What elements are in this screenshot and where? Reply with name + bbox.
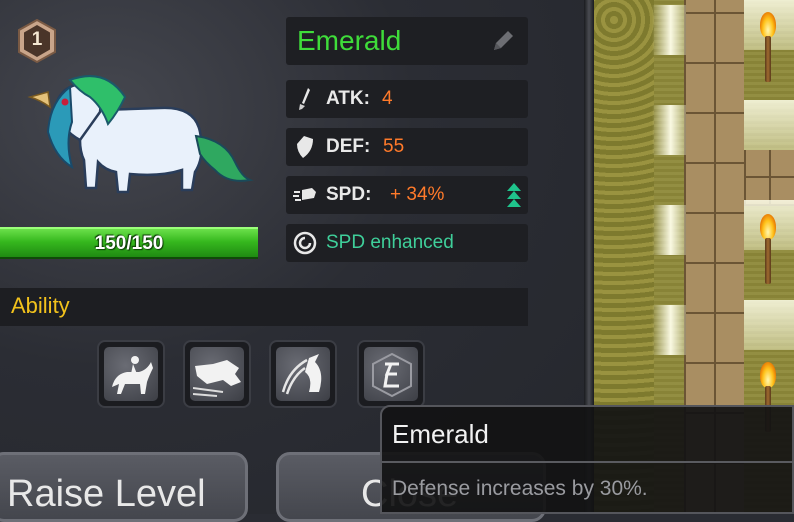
stat-def-row: DEF: 55 — [286, 128, 528, 166]
edit-name-pencil-icon[interactable] — [490, 28, 516, 54]
stat-effect-row: SPD enhanced — [286, 224, 528, 262]
light-tile — [652, 5, 686, 55]
unicorn-slash-skill-icon — [281, 354, 322, 395]
hp-value: 150/150 — [94, 233, 164, 254]
torch-icon — [760, 214, 776, 286]
tooltip-title: Emerald — [392, 419, 489, 449]
level-badge: 1 — [17, 19, 57, 63]
light-tile — [652, 105, 686, 155]
skill-slot-4[interactable] — [357, 340, 425, 408]
def-value: 55 — [383, 136, 405, 157]
skill-slot-2[interactable] — [183, 340, 251, 408]
stat-atk-row: ATK: 4 — [286, 80, 528, 118]
emerald-shield-skill-icon — [372, 352, 412, 398]
spd-label: SPD: — [326, 184, 372, 205]
shield-icon — [297, 136, 313, 158]
ability-title: Ability — [11, 293, 70, 318]
ability-header: Ability — [0, 288, 528, 326]
raise-level-button[interactable]: Raise Level — [0, 452, 248, 522]
hp-bar: 150/150 — [0, 227, 258, 259]
atk-value: 4 — [382, 88, 393, 109]
pet-name: Emerald — [297, 25, 402, 56]
tooltip-description: Defense increases by 30%. — [392, 477, 648, 500]
light-tile — [652, 205, 686, 255]
torch-icon — [760, 12, 776, 84]
stat-spd-row: SPD: + 34% — [286, 176, 528, 214]
sword-icon — [299, 88, 310, 110]
raise-level-label: Raise Level — [7, 473, 206, 515]
light-tile — [652, 305, 686, 355]
light-tile — [744, 100, 794, 150]
atk-label: ATK: — [326, 88, 370, 109]
effect-text: SPD enhanced — [326, 232, 454, 253]
buff-swirl-icon — [293, 231, 317, 255]
skill-slot-3[interactable] — [269, 340, 337, 408]
skill-slot-1[interactable] — [97, 340, 165, 408]
horse-rider-skill-icon — [112, 356, 153, 394]
stone-walkway-branch — [744, 150, 794, 206]
wolf-charge-skill-icon — [193, 360, 241, 397]
tooltip-divider — [382, 461, 794, 463]
def-label: DEF: — [326, 136, 371, 157]
spd-value: + 34% — [390, 184, 445, 205]
speed-icon — [293, 188, 316, 201]
unicorn-pet-icon — [27, 75, 254, 194]
light-tile — [744, 300, 794, 350]
level-number: 1 — [31, 29, 43, 50]
stat-up-arrows-icon — [507, 183, 521, 207]
skill-tooltip: Emerald Defense increases by 30%. — [380, 405, 794, 514]
